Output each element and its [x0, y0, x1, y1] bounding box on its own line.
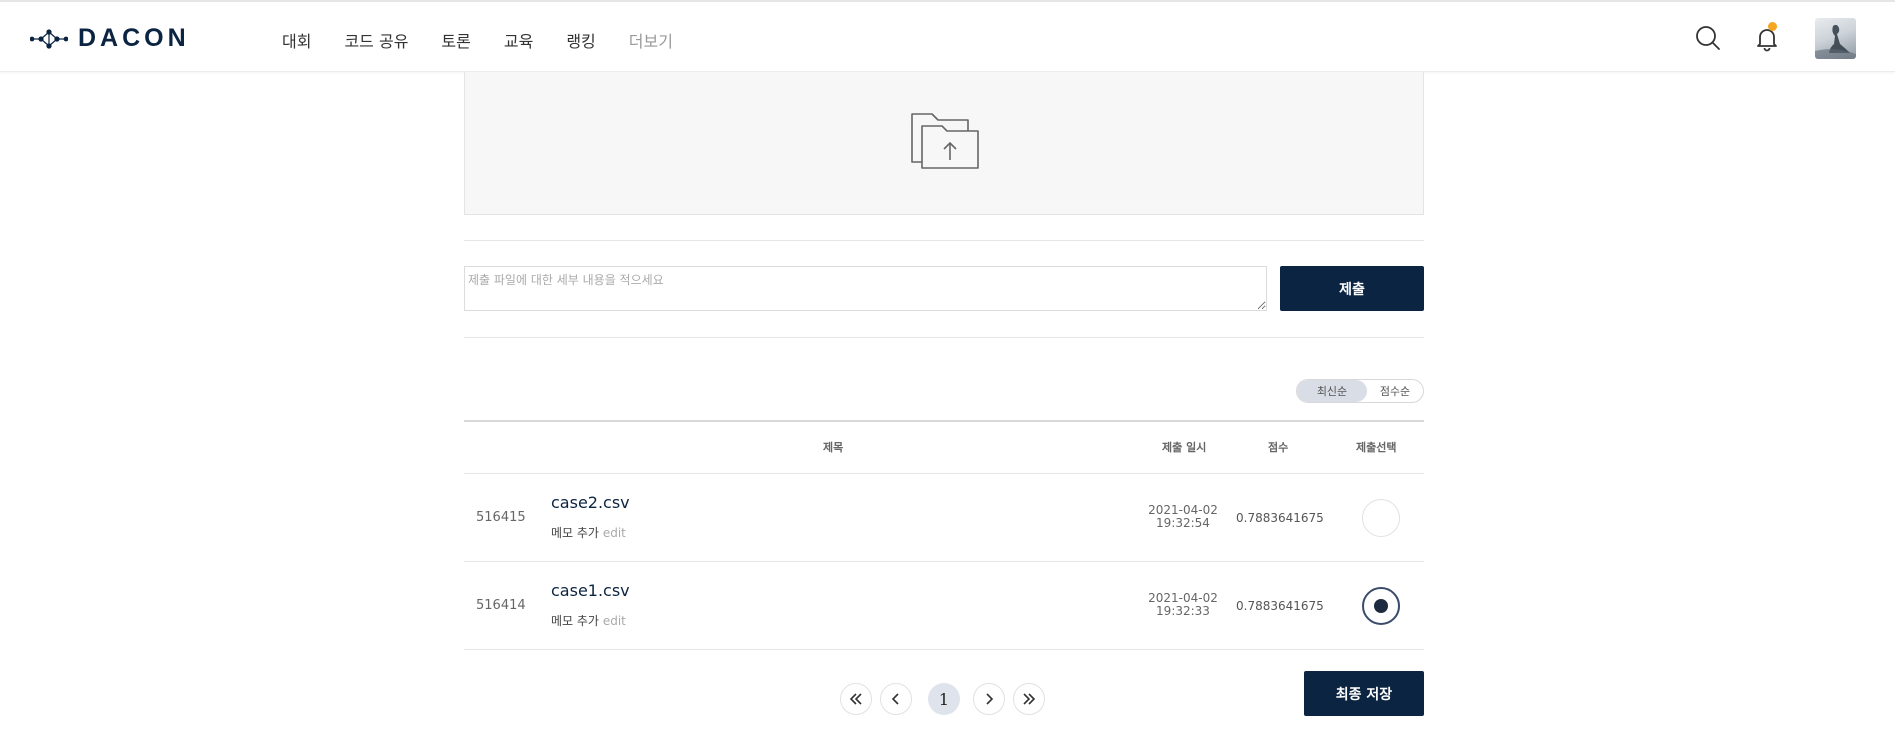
- nav-code-share[interactable]: 코드 공유: [344, 28, 408, 52]
- submission-score: 0.7883641675: [1236, 511, 1324, 525]
- submission-title-link[interactable]: case1.csv: [551, 581, 630, 600]
- add-memo-label: 메모 추가: [551, 614, 599, 628]
- submission-time: 19:32:33: [1156, 604, 1210, 618]
- select-submission-radio[interactable]: [1362, 499, 1400, 537]
- prev-page-icon: [891, 693, 899, 705]
- folder-upload-icon: [911, 113, 979, 169]
- column-header-title: 제목: [823, 441, 844, 454]
- add-memo[interactable]: 메모 추가 edit: [551, 524, 626, 541]
- submission-datetime: 2021-04-02 19:32:54: [1146, 504, 1220, 530]
- user-avatar[interactable]: [1815, 18, 1856, 59]
- divider: [464, 337, 1424, 338]
- sort-latest-option[interactable]: 최신순: [1297, 380, 1367, 402]
- add-memo[interactable]: 메모 추가 edit: [551, 612, 626, 629]
- edit-link[interactable]: edit: [603, 614, 626, 628]
- logo-mark-icon: [30, 28, 68, 49]
- submission-time: 19:32:54: [1156, 516, 1210, 530]
- divider: [464, 649, 1424, 650]
- last-page-icon: [1023, 693, 1036, 705]
- divider: [464, 240, 1424, 241]
- first-page-icon: [849, 693, 862, 705]
- next-page-icon: [986, 693, 994, 705]
- select-submission-radio[interactable]: [1362, 587, 1400, 625]
- main-nav: 대회 코드 공유 토론 교육 랭킹 더보기: [282, 28, 706, 52]
- column-header-select: 제출선택: [1356, 441, 1397, 454]
- submission-id: 516415: [476, 510, 526, 525]
- file-upload-dropzone[interactable]: [464, 72, 1424, 215]
- nav-discussion[interactable]: 토론: [441, 28, 470, 52]
- nav-competitions[interactable]: 대회: [282, 28, 311, 52]
- page-1-button[interactable]: 1: [928, 683, 960, 715]
- column-header-date: 제출 일시: [1162, 441, 1207, 454]
- dacon-logo[interactable]: DACON: [30, 24, 190, 53]
- table-top-border: [464, 420, 1424, 422]
- divider: [464, 473, 1424, 474]
- nav-ranking[interactable]: 랭킹: [566, 28, 595, 52]
- notification-dot: [1768, 22, 1777, 31]
- column-header-score: 점수: [1268, 441, 1289, 454]
- final-save-button[interactable]: 최종 저장: [1304, 671, 1424, 716]
- sort-toggle: 최신순 점수순: [1296, 379, 1424, 403]
- prev-page-button[interactable]: [880, 683, 912, 715]
- submission-id: 516414: [476, 598, 526, 613]
- top-header: DACON 대회 코드 공유 토론 교육 랭킹 더보기: [0, 0, 1895, 72]
- bell-icon[interactable]: [1753, 24, 1781, 52]
- submission-score: 0.7883641675: [1236, 599, 1324, 613]
- edit-link[interactable]: edit: [603, 526, 626, 540]
- submission-memo-input[interactable]: [464, 266, 1267, 311]
- submit-button[interactable]: 제출: [1280, 266, 1424, 311]
- divider: [464, 561, 1424, 562]
- add-memo-label: 메모 추가: [551, 526, 599, 540]
- nav-education[interactable]: 교육: [504, 28, 533, 52]
- submission-datetime: 2021-04-02 19:32:33: [1146, 592, 1220, 618]
- sort-score-option[interactable]: 점수순: [1367, 380, 1423, 402]
- next-page-button[interactable]: [973, 683, 1005, 715]
- search-icon[interactable]: [1694, 24, 1722, 52]
- submission-title-link[interactable]: case2.csv: [551, 493, 630, 512]
- first-page-button[interactable]: [840, 683, 872, 715]
- nav-more[interactable]: 더보기: [629, 28, 673, 52]
- logo-text: DACON: [78, 24, 190, 52]
- avatar-image: [1815, 24, 1856, 59]
- last-page-button[interactable]: [1013, 683, 1045, 715]
